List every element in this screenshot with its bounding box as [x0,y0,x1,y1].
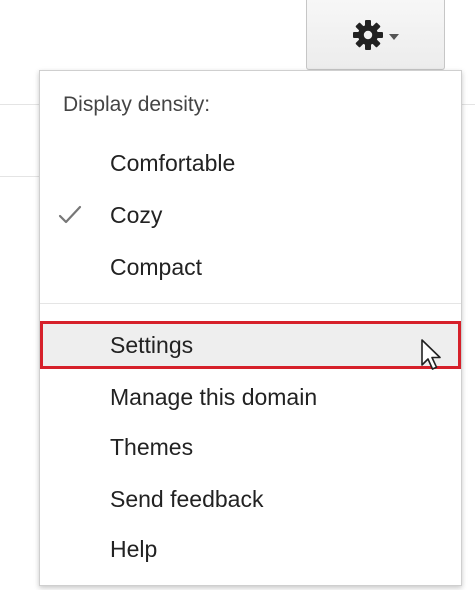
density-heading: Display density: [63,93,211,116]
checkmark-icon [58,205,82,224]
menu-item-settings[interactable]: Settings [40,321,461,369]
caret-down-icon [389,33,399,40]
background-divider [0,176,40,177]
menu-separator [40,303,461,304]
menu-item-label: Manage this domain [110,383,318,410]
menu-item-label: Help [110,535,158,562]
menu-item-label: Settings [110,331,194,358]
menu-item-label: Send feedback [110,485,264,512]
page: Display density: Comfortable Cozy Compac… [0,0,475,590]
settings-dropdown-menu: Display density: Comfortable Cozy Compac… [39,70,462,586]
density-option-comfortable[interactable]: Comfortable [40,139,461,187]
menu-item-label: Themes [110,433,194,460]
mouse-pointer-icon [421,339,441,370]
density-option-compact[interactable]: Compact [40,243,461,291]
menu-item-label: Compact [110,253,203,280]
menu-item-label: Cozy [110,201,163,228]
menu-item-label: Comfortable [110,149,236,176]
menu-item-themes[interactable]: Themes [40,423,461,471]
density-option-cozy[interactable]: Cozy [40,191,461,239]
menu-item-help[interactable]: Help [40,525,461,573]
menu-item-manage-domain[interactable]: Manage this domain [40,373,461,421]
settings-gear-button[interactable] [306,0,445,70]
gear-icon [353,19,383,50]
menu-item-send-feedback[interactable]: Send feedback [40,475,461,523]
